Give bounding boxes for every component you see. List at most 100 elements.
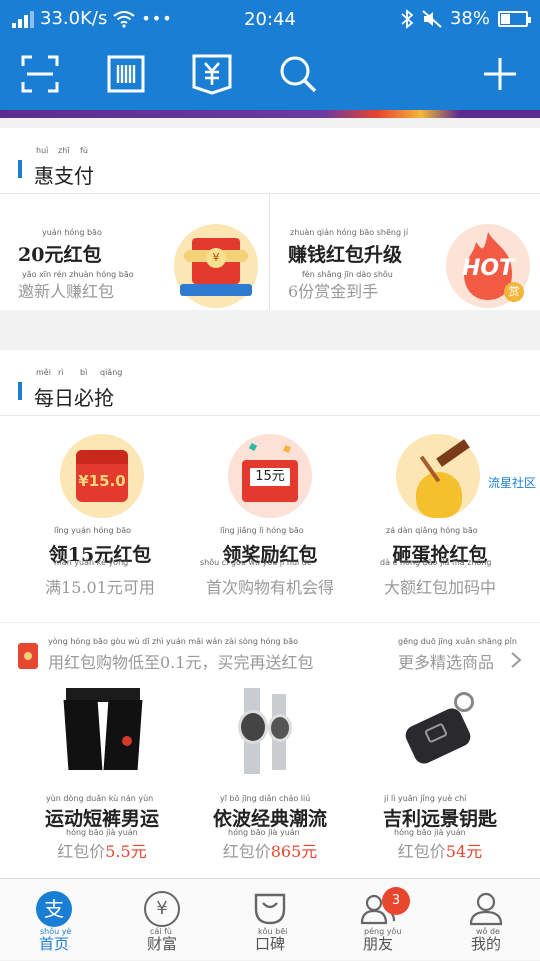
reward-envelope-image: 15元 <box>228 434 312 518</box>
pinyin: zhuàn qián hóng bāo shēng jí <box>290 228 409 237</box>
price-value: 865元 <box>270 842 318 861</box>
shorts-image <box>63 688 143 770</box>
daily-item[interactable]: ¥15.0 lǐng yuán hóng bāo 领15元红包 mǎn yuán… <box>10 416 190 616</box>
envelope-amount: ¥15.0 <box>78 472 126 490</box>
pinyin: hóng bāo jià yuán <box>228 828 300 837</box>
tile-title: 赚钱红包升级 <box>288 244 403 266</box>
tab-label: 财富 <box>146 935 177 953</box>
price-label: 红包价 <box>222 842 271 861</box>
product-price: 红包价865元 <box>180 838 360 862</box>
product-price: 红包价5.5元 <box>12 838 192 862</box>
price-value: 54元 <box>445 842 483 861</box>
section-title: 每日必抢 <box>34 386 114 410</box>
pinyin: yuán hóng bāo <box>42 228 102 237</box>
barcode-pay-icon <box>107 55 145 93</box>
reward-badge: 赏 <box>504 282 524 302</box>
scan-icon <box>21 55 59 93</box>
search-button[interactable] <box>276 52 320 96</box>
daily-deals-grid: ¥15.0 lǐng yuán hóng bāo 领15元红包 mǎn yuán… <box>0 416 540 616</box>
golden-egg-image <box>396 434 480 518</box>
pinyin: shǒu cì gòu wù yǒu jī huì dé <box>200 558 312 567</box>
hot-flame-image: HOT 赏 <box>446 224 530 308</box>
hui-pay-card: huì zhī fù 惠支付 yuán hóng bāo 20元红包 yāo x… <box>0 128 540 310</box>
tile-subtitle: 邀新人赚红包 <box>18 282 115 301</box>
tab-label: 口碑 <box>254 935 285 953</box>
earn-red-packet-tile[interactable]: zhuàn qián hóng bāo shēng jí 赚钱红包升级 fèn … <box>270 194 540 310</box>
pinyin: huì <box>36 146 49 155</box>
envelope-amount: 15元 <box>248 466 292 488</box>
product-card[interactable]: jí lì yuǎn jǐng yuè chí 吉利远景钥匙 hóng bāo … <box>350 678 530 878</box>
pinyin: mǎn yuán kě yòng <box>54 558 129 567</box>
battery-icon <box>498 10 531 27</box>
wallet-yuan-icon <box>192 54 232 95</box>
price-value: 5.5元 <box>105 842 147 861</box>
tab-mine[interactable]: wǒ de 我的 <box>432 879 540 961</box>
more-products-link[interactable]: 更多精选商品 <box>398 649 494 673</box>
watch-image <box>238 688 302 774</box>
bluetooth-icon <box>401 8 414 29</box>
battery-percent: 38% <box>449 8 490 29</box>
product-name: 吉利远景钥匙 <box>382 808 497 830</box>
pinyin: yùn dòng duǎn kù nán yùn <box>46 794 154 803</box>
pinyin: yòng hóng bāo gòu wù dī zhì yuán mǎi wán… <box>48 637 299 646</box>
tab-koubei[interactable]: kǒu bēi 口碑 <box>216 879 324 961</box>
pinyin: lǐng yuán hóng bāo <box>54 526 131 535</box>
item-desc: 满15.01元可用 <box>45 578 155 597</box>
tab-wealth[interactable]: ¥ cái fù 财富 <box>108 879 216 961</box>
top-toolbar <box>0 38 540 110</box>
daily-deals-card: měi rì bì qiǎng 每日必抢 ¥15.0 lǐng yuán hón… <box>0 350 540 878</box>
red-packet-icon <box>18 643 38 669</box>
promo-row[interactable]: yòng hóng bāo gòu wù dī zhì yuán mǎi wán… <box>0 622 540 678</box>
item-desc: 大额红包加码中 <box>383 578 496 597</box>
pinyin: zá dàn qiǎng hóng bāo <box>386 526 478 535</box>
red-envelope-image: ¥15.0 <box>60 434 144 518</box>
invite-red-packet-tile[interactable]: yuán hóng bāo 20元红包 yāo xīn rén zhuàn hó… <box>0 194 270 310</box>
pinyin: qiǎng <box>100 368 123 377</box>
add-button[interactable] <box>478 52 522 96</box>
tab-friends[interactable]: 3 péng yǒu 朋友 <box>324 879 432 961</box>
daily-item[interactable]: zá dàn qiǎng hóng bāo 砸蛋抢红包 dà é hóng bā… <box>350 416 530 616</box>
daily-item[interactable]: 15元 lǐng jiǎng lì hóng bāo 领奖励红包 shǒu cì… <box>180 416 360 616</box>
tab-label: 我的 <box>470 935 501 953</box>
profile-icon <box>469 892 503 926</box>
product-price: 红包价54元 <box>350 838 530 862</box>
pinyin: měi <box>36 368 51 377</box>
section-header-daily: měi rì bì qiǎng 每日必抢 <box>0 350 540 416</box>
item-desc: 首次购物有机会得 <box>205 578 334 597</box>
section-marker <box>18 160 22 178</box>
tab-label: 首页 <box>38 935 69 953</box>
pinyin: dà é hóng bāo jiā mǎ zhōng <box>380 558 492 567</box>
search-icon <box>280 56 317 93</box>
price-label: 红包价 <box>397 842 446 861</box>
home-content: huì zhī fù 惠支付 yuán hóng bāo 20元红包 yāo x… <box>0 118 540 878</box>
red-packet-image: ¥ <box>174 224 258 308</box>
product-card[interactable]: yùn dòng duǎn kù nán yùn 运动短裤男运 hóng bāo… <box>12 678 192 878</box>
mute-icon <box>422 9 442 28</box>
section-header-hui-pay: huì zhī fù 惠支付 <box>0 128 540 194</box>
pinyin: hóng bāo jià yuán <box>394 828 466 837</box>
tab-label: 朋友 <box>362 935 393 953</box>
wallet-button[interactable] <box>190 52 234 96</box>
product-name: 运动短裤男运 <box>44 808 159 830</box>
tab-home[interactable]: 支 shǒu yè 首页 <box>0 879 108 961</box>
product-card[interactable]: yī bō jīng diǎn cháo liú 依波经典潮流 hóng bāo… <box>180 678 360 878</box>
hot-label: HOT <box>461 256 515 281</box>
product-name: 依波经典潮流 <box>212 808 327 830</box>
pinyin: hóng bāo jià yuán <box>66 828 138 837</box>
pay-code-button[interactable] <box>104 52 148 96</box>
tile-title: 20元红包 <box>18 244 102 266</box>
pinyin: rì <box>58 368 64 377</box>
plus-icon <box>484 58 516 90</box>
scan-button[interactable] <box>18 52 62 96</box>
tile-subtitle: 6份赏金到手 <box>288 282 379 301</box>
wealth-yuan-icon: ¥ <box>144 891 180 927</box>
pinyin: bì <box>80 368 88 377</box>
section-title: 惠支付 <box>34 164 94 188</box>
pinyin: zhī <box>58 146 70 155</box>
pinyin: gēng duō jīng xuǎn shāng pǐn <box>398 637 517 646</box>
community-tag[interactable]: 流星社区 <box>488 474 536 491</box>
chevron-right-icon <box>511 652 522 668</box>
pinyin: fù <box>80 146 88 155</box>
status-bar: 33.0K/s ••• 20:44 38% <box>0 0 540 38</box>
banner-strip[interactable] <box>0 110 540 118</box>
